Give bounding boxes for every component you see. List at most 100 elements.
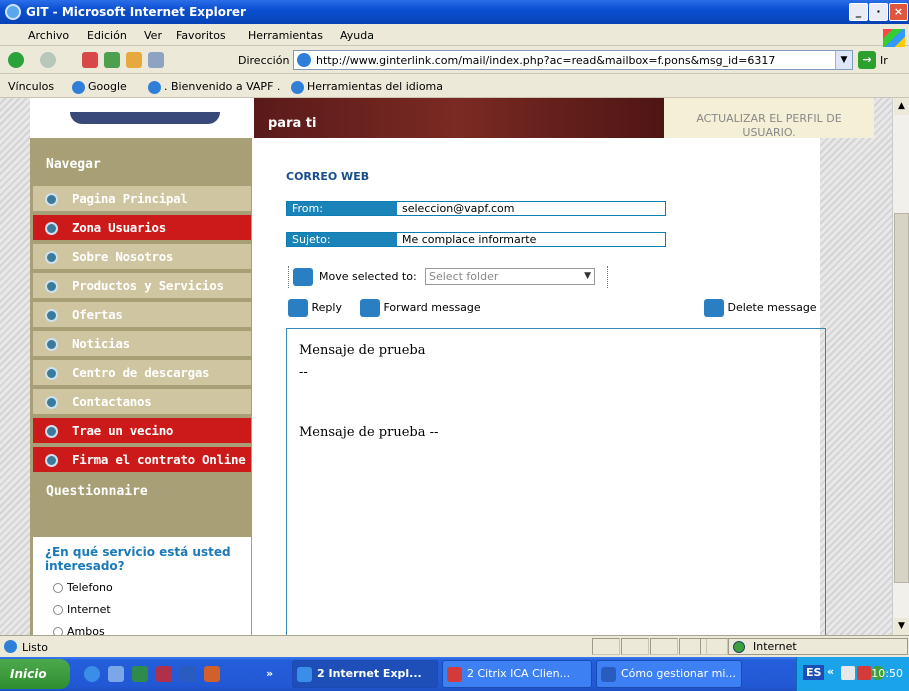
zone-label: Internet [753,640,797,653]
link-language-tools-label: Herramientas del idioma [307,80,444,93]
nav-item-productos[interactable]: Productos y Servicios [33,273,251,300]
minimize-button[interactable]: _ [849,3,868,21]
menu-ver[interactable]: Ver [144,29,162,42]
survey-question: ¿En qué servicio está usted interesado? [45,545,231,573]
scroll-up-icon[interactable]: ▲ [894,98,909,115]
menu-favoritos[interactable]: Favoritos [176,29,226,42]
quicklaunch-chevron[interactable]: » [266,667,273,680]
nav-item-pagina-principal[interactable]: Pagina Principal [33,186,251,213]
move-toolbar: Move selected to: Select folder ▼ [288,266,608,288]
update-profile-link[interactable]: ACTUALIZAR EL PERFIL DE USUARIO. [664,98,874,139]
radio-button[interactable] [53,605,63,615]
address-bar[interactable]: http://www.ginterlink.com/mail/index.php… [293,50,853,70]
option-internet[interactable]: Internet [53,603,111,616]
task-citrix[interactable]: 2 Citrix ICA Clien... [442,660,592,688]
arrow-bullet-icon [45,396,58,409]
link-vapf[interactable]: . Bienvenido a VAPF . [148,80,280,94]
scroll-down-icon[interactable]: ▼ [894,618,909,635]
menu-ayuda[interactable]: Ayuda [340,29,374,42]
back-icon[interactable] [8,52,24,68]
mail-heading: CORREO WEB [286,170,370,183]
language-indicator[interactable]: ES [803,665,825,680]
option-ambos[interactable]: Ambos [53,625,105,635]
radio-button[interactable] [53,583,63,593]
link-language-tools[interactable]: Herramientas del idioma [291,80,443,94]
site-logo [30,98,252,138]
move-label: Move selected to: [319,270,417,283]
subject-label: Sujeto: [287,233,397,246]
page-background-left [0,98,30,635]
folder-select[interactable]: Select folder ▼ [425,268,595,285]
address-url[interactable]: http://www.ginterlink.com/mail/index.php… [316,54,775,67]
tray-app-icon[interactable] [841,666,855,680]
go-arrow-icon[interactable]: → [858,51,876,69]
quicklaunch-icon[interactable] [108,666,124,682]
nav-item-label: Pagina Principal [72,191,188,206]
nav-item-noticias[interactable]: Noticias [33,331,251,358]
page-content: para ti ACTUALIZAR EL PERFIL DE USUARIO.… [0,98,892,635]
menu-herramientas[interactable]: Herramientas [248,29,323,42]
arrow-bullet-icon [45,222,58,235]
menu-archivo[interactable]: Archivo [28,29,69,42]
windows-logo-icon [883,29,905,47]
ie-quicklaunch-icon[interactable] [84,666,100,682]
message-body[interactable]: Mensaje de prueba -- Mensaje de prueba -… [286,328,826,635]
home-icon[interactable] [126,52,142,68]
address-dropdown-icon[interactable]: ▼ [835,51,852,69]
nav-item-trae-un-vecino[interactable]: Trae un vecino [33,418,251,445]
forward-icon[interactable] [40,52,56,68]
standard-toolbar: Dirección http://www.ginterlink.com/mail… [0,46,909,74]
delete-button[interactable]: Delete message [704,299,817,317]
nav-item-zona-usuarios[interactable]: Zona Usuarios [33,215,251,242]
logo-swoosh [70,112,220,124]
banner-text: para ti [268,116,317,131]
refresh-icon[interactable] [104,52,120,68]
forward-mail-icon [360,299,380,317]
browser-window: GIT - Microsoft Internet Explorer _ · × … [0,0,909,691]
option-telefono[interactable]: Telefono [53,581,113,594]
close-button[interactable]: × [889,3,908,21]
link-google[interactable]: Google [72,80,127,94]
folder-select-value: Select folder [429,270,499,283]
outlook-icon[interactable] [156,666,172,682]
update-profile-line1[interactable]: ACTUALIZAR EL PERFIL DE [664,112,874,125]
from-value: seleccion@vapf.com [402,202,515,215]
maximize-button[interactable]: · [869,3,888,21]
word-icon[interactable] [180,666,196,682]
stop-icon[interactable] [82,52,98,68]
task-word-document[interactable]: Cómo gestionar mi... [596,660,742,688]
move-icon[interactable] [293,268,313,286]
delete-label: Delete message [727,301,817,314]
window-title: GIT - Microsoft Internet Explorer [26,5,246,19]
status-cell [592,638,620,655]
powerpoint-icon[interactable] [204,666,220,682]
vertical-scrollbar[interactable]: ▲ ▼ [892,98,909,635]
search-icon[interactable] [148,52,164,68]
task-internet-explorer[interactable]: 2 Internet Expl... [292,660,438,688]
move-arrows-icon [293,268,313,286]
nav-item-label: Ofertas [72,307,123,322]
nav-item-centro-descargas[interactable]: Centro de descargas [33,360,251,387]
mail-panel: CORREO WEB From: seleccion@vapf.com Suje… [256,138,826,635]
nav-item-contactanos[interactable]: Contactanos [33,389,251,416]
nav-item-ofertas[interactable]: Ofertas [33,302,251,329]
arrow-bullet-icon [45,309,58,322]
status-page-icon [4,640,17,653]
chevron-down-icon: ▼ [584,271,591,281]
ie-page-icon [291,80,304,94]
ie-task-icon [297,667,312,682]
menu-edicion[interactable]: Edición [87,29,127,42]
forward-button[interactable]: Forward message [360,299,481,317]
excel-icon[interactable] [132,666,148,682]
radio-button[interactable] [53,627,63,635]
scroll-thumb[interactable] [894,213,909,583]
go-button[interactable]: Ir [880,54,888,67]
title-bar[interactable]: GIT - Microsoft Internet Explorer _ · × [0,0,909,24]
reply-button[interactable]: Reply [288,299,342,317]
tray-citrix-icon[interactable] [857,666,871,680]
nav-item-firma-contrato[interactable]: Firma el contrato Online [33,447,251,474]
nav-item-sobre-nosotros[interactable]: Sobre Nosotros [33,244,251,271]
taskbar: Inicio » 2 Internet Expl... 2 Citrix ICA… [0,657,909,691]
tray-expand-icon[interactable]: « [827,665,834,678]
start-button[interactable]: Inicio [0,659,70,689]
